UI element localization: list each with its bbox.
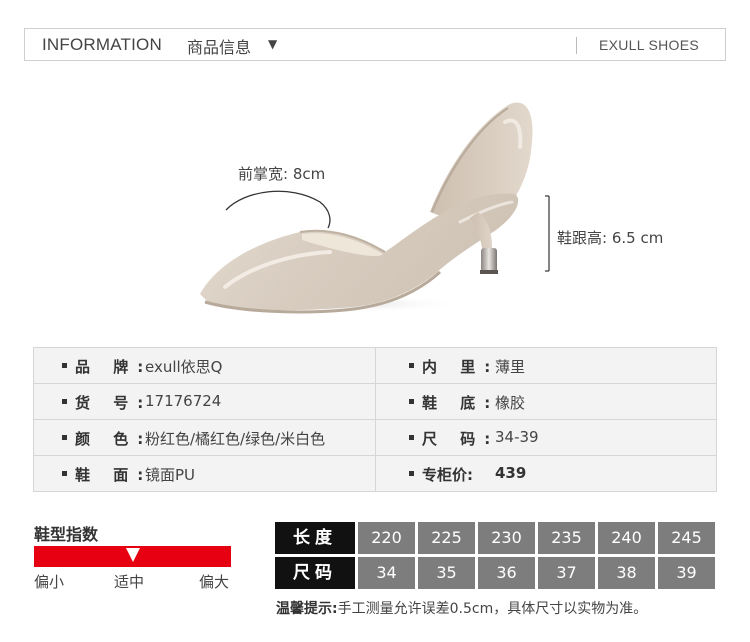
forefoot-width-annotation: 前掌宽: 8cm [238, 165, 326, 183]
info-value: 17176724 [145, 392, 222, 410]
product-image-area: 前掌宽: 8cm 鞋跟高: 6.5 cm [0, 62, 750, 342]
info-label: 品 牌: [75, 358, 153, 376]
info-header: INFORMATION 商品信息 ▼ EXULL SHOES [24, 28, 726, 61]
info-label: 内 里: [422, 358, 500, 376]
info-label: 专柜价: [422, 466, 473, 484]
size-code-header: 尺码 [275, 557, 355, 589]
bullet-icon [409, 399, 414, 404]
info-label: 货 号: [75, 394, 153, 412]
info-value: 镜面PU [145, 466, 196, 484]
size-code-cell: 39 [658, 557, 715, 589]
bullet-icon [409, 435, 414, 440]
length-cell: 230 [478, 522, 535, 554]
product-info-table: 品 牌: exull依思Q 内 里: 薄里 货 号: 17176724 鞋 底:… [33, 347, 717, 492]
price-value: 439 [495, 464, 527, 482]
info-cell: 内 里: 薄里 [376, 348, 716, 384]
info-cell: 品 牌: exull依思Q [34, 348, 376, 384]
info-cell: 鞋 面: 镜面PU [34, 456, 376, 492]
info-label: 鞋 底: [422, 394, 500, 412]
fit-marker-icon [125, 548, 140, 562]
info-cell: 鞋 底: 橡胶 [376, 384, 716, 420]
info-cell: 货 号: 17176724 [34, 384, 376, 420]
length-cell: 225 [418, 522, 475, 554]
size-code-cell: 37 [538, 557, 595, 589]
info-cell: 尺 码: 34-39 [376, 420, 716, 456]
bullet-icon [62, 471, 67, 476]
bullet-icon [62, 435, 67, 440]
info-cell: 颜 色: 粉红色/橘红色/绿色/米白色 [34, 420, 376, 456]
header-title-cn: 商品信息 [187, 38, 252, 57]
header-title-en: INFORMATION [42, 35, 162, 54]
fit-label-large: 偏大 [199, 573, 230, 591]
fit-label-small: 偏小 [34, 573, 65, 591]
fit-label-fit: 适中 [114, 573, 145, 591]
size-code-cell: 35 [418, 557, 475, 589]
shoe-image [190, 102, 550, 314]
length-header: 长度 [275, 522, 355, 554]
info-value: exull依思Q [145, 358, 223, 376]
length-cell: 240 [598, 522, 655, 554]
info-row: 鞋 面: 镜面PU 专柜价: 439 [34, 456, 716, 492]
measurement-tip: 温馨提示:手工测量允许误差0.5cm，具体尺寸以实物为准。 [276, 598, 647, 618]
info-value: 薄里 [495, 358, 526, 376]
size-code-cell: 36 [478, 557, 535, 589]
fit-index-title: 鞋型指数 [34, 525, 99, 544]
length-cell: 235 [538, 522, 595, 554]
bullet-icon [62, 399, 67, 404]
size-code-cell: 34 [358, 557, 415, 589]
tip-label: 温馨提示: [276, 601, 338, 617]
length-cell: 220 [358, 522, 415, 554]
info-value: 橡胶 [495, 394, 526, 412]
info-cell: 专柜价: 439 [376, 456, 716, 492]
info-label: 颜 色: [75, 430, 153, 448]
bullet-icon [62, 363, 67, 368]
info-value: 34-39 [495, 428, 539, 446]
bullet-icon [409, 471, 414, 476]
bullet-icon [409, 363, 414, 368]
info-label: 鞋 面: [75, 466, 153, 484]
length-cell: 245 [658, 522, 715, 554]
info-row: 品 牌: exull依思Q 内 里: 薄里 [34, 348, 716, 384]
dropdown-arrow-icon: ▼ [268, 37, 278, 51]
info-row: 颜 色: 粉红色/橘红色/绿色/米白色 尺 码: 34-39 [34, 420, 716, 456]
size-code-cell: 38 [598, 557, 655, 589]
info-label: 尺 码: [422, 430, 500, 448]
tip-text: 手工测量允许误差0.5cm，具体尺寸以实物为准。 [337, 601, 648, 617]
header-divider [576, 37, 577, 54]
info-row: 货 号: 17176724 鞋 底: 橡胶 [34, 384, 716, 420]
info-value: 粉红色/橘红色/绿色/米白色 [145, 430, 326, 448]
header-brand: EXULL SHOES [598, 37, 699, 53]
heel-height-annotation: 鞋跟高: 6.5 cm [557, 229, 664, 247]
